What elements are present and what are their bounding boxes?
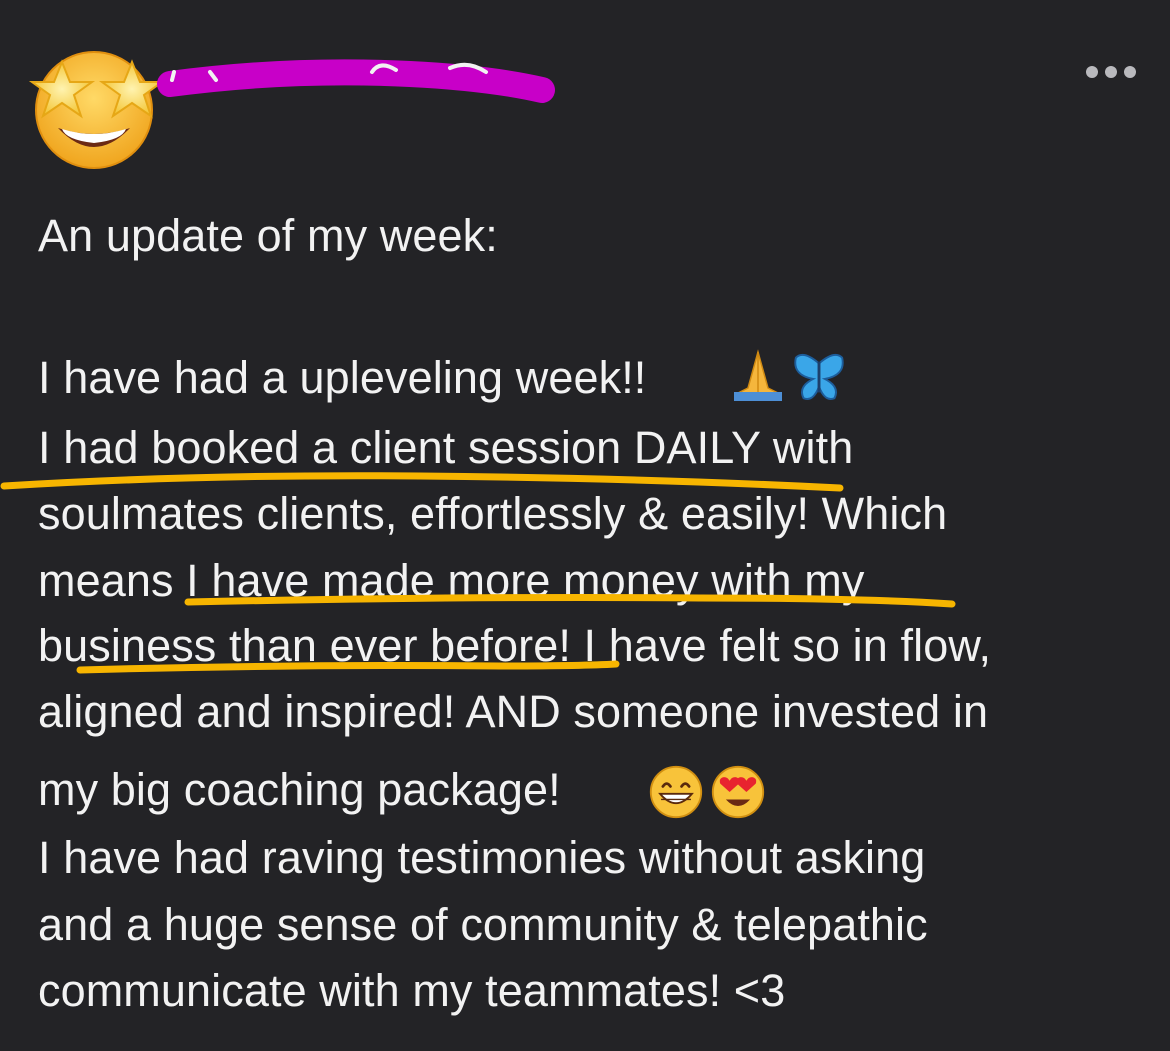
post-line: and a huge sense of community & telepath… <box>38 899 928 950</box>
more-horizontal-icon <box>1105 66 1117 78</box>
post-line: soulmates clients, effortlessly & easily… <box>38 488 948 539</box>
grinning-face-icon <box>649 765 703 819</box>
star-struck-emoji-icon[interactable] <box>22 40 162 170</box>
more-horizontal-icon <box>1124 66 1136 78</box>
post-line: my big coaching package! <box>38 764 561 815</box>
post-line: business than ever before! I have felt s… <box>38 620 992 671</box>
post-line: I had booked a client session DAILY with <box>38 422 854 473</box>
post-line: I have had raving testimonies without as… <box>38 832 926 883</box>
more-horizontal-icon <box>1086 66 1098 78</box>
post-line: I have had a upleveling week!! <box>38 352 647 403</box>
post-line: means I have made more money with my <box>38 555 865 606</box>
butterfly-icon <box>794 353 844 400</box>
folded-hands-icon <box>734 349 782 401</box>
heart-eyes-face-icon <box>711 765 765 819</box>
more-options-button[interactable] <box>1078 52 1148 92</box>
post-line: communicate with my teammates! <3 <box>38 965 786 1016</box>
author-name-redaction <box>157 59 555 103</box>
post-card: An update of my week: I have had a uplev… <box>0 0 1170 1051</box>
post-line: aligned and inspired! AND someone invest… <box>38 686 989 737</box>
post-line-title: An update of my week: <box>38 210 498 261</box>
